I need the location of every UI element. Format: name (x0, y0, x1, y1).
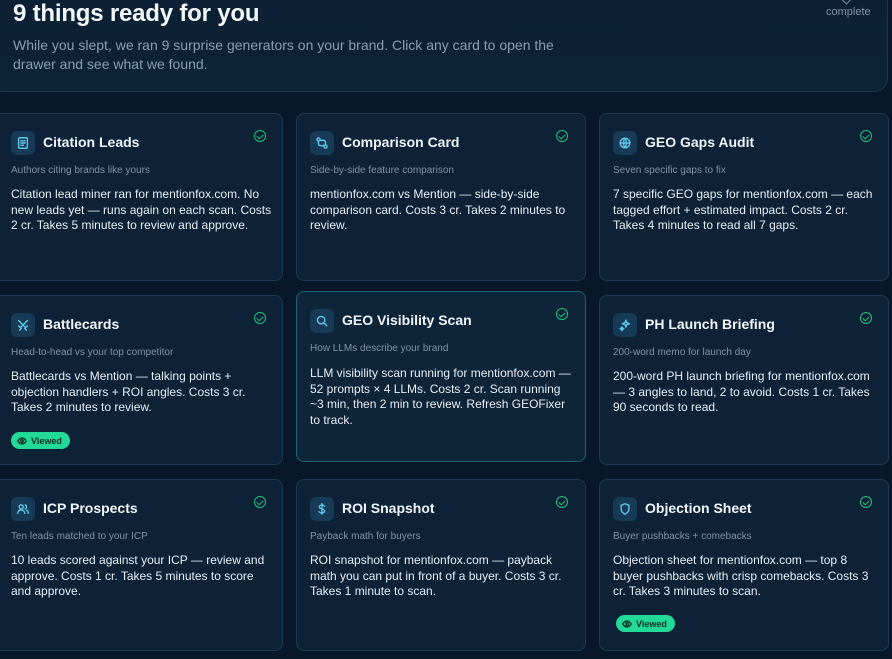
card-ph-launch-briefing[interactable]: PH Launch Briefing 200-word memo for lau… (599, 295, 889, 465)
viewed-label: Viewed (31, 435, 62, 446)
sparkle-icon (613, 313, 637, 337)
users-icon (11, 497, 35, 521)
check-circle-icon (556, 308, 568, 320)
card-body: ROI snapshot for mentionfox.com — paybac… (310, 553, 562, 598)
card-subtitle: Side-by-side feature comparison (310, 165, 454, 176)
card-subtitle: Authors citing brands like yours (11, 165, 150, 176)
card-body: Battlecards vs Mention — talking points … (11, 369, 246, 414)
card-body: 10 leads scored against your ICP — revie… (11, 553, 265, 598)
globe-icon (613, 131, 637, 155)
card-objection-sheet[interactable]: Objection Sheet Buyer pushbacks + comeba… (599, 479, 889, 651)
card-subtitle: Ten leads matched to your ICP (11, 531, 148, 542)
card-geo-gaps-audit[interactable]: GEO Gaps Audit Seven specific gaps to fi… (599, 113, 889, 281)
check-circle-icon (254, 496, 266, 508)
card-title: Comparison Card (342, 134, 460, 150)
check-circle-icon (860, 312, 872, 324)
card-body: Citation lead miner ran for mentionfox.c… (11, 187, 272, 232)
card-subtitle: 200-word memo for launch day (613, 347, 751, 358)
check-circle-icon (254, 312, 266, 324)
card-comparison-card[interactable]: Comparison Card Side-by-side feature com… (296, 113, 586, 281)
viewed-badge: Viewed (11, 432, 70, 449)
card-title: ROI Snapshot (342, 500, 435, 516)
card-title: PH Launch Briefing (645, 316, 775, 332)
check-circle-icon (860, 130, 872, 142)
card-icp-prospects[interactable]: ICP Prospects Ten leads matched to your … (0, 479, 283, 651)
swords-icon (11, 313, 35, 337)
card-body: 7 specific GEO gaps for mentionfox.com —… (613, 187, 873, 232)
card-body: Objection sheet for mentionfox.com — top… (613, 553, 869, 598)
card-title: Battlecards (43, 316, 120, 332)
page-title: 9 things ready for you (13, 0, 260, 27)
page-subtitle: While you slept, we ran 9 surprise gener… (13, 37, 554, 72)
eye-icon (622, 619, 632, 628)
card-body: mentionfox.com vs Mention — side-by-side… (310, 187, 566, 232)
card-geo-visibility-scan[interactable]: GEO Visibility Scan How LLMs describe yo… (296, 291, 586, 462)
check-circle-icon (556, 130, 568, 142)
card-body: 200-word PH launch briefing for mentionf… (613, 369, 870, 414)
card-title: ICP Prospects (43, 500, 138, 516)
card-title: GEO Gaps Audit (645, 134, 755, 150)
card-subtitle: Seven specific gaps to fix (613, 165, 726, 176)
document-icon (11, 131, 35, 155)
card-title: GEO Visibility Scan (342, 312, 472, 328)
card-citation-leads[interactable]: Citation Leads Authors citing brands lik… (0, 113, 283, 281)
check-circle-icon (254, 130, 266, 142)
shield-icon (613, 497, 637, 521)
card-title: Objection Sheet (645, 500, 752, 516)
eye-icon (17, 436, 27, 445)
card-roi-snapshot[interactable]: ROI Snapshot Payback math for buyers ROI… (296, 479, 586, 651)
card-battlecards[interactable]: Battlecards Head-to-head vs your top com… (0, 295, 283, 465)
search-icon (310, 309, 334, 333)
card-subtitle: How LLMs describe your brand (310, 343, 449, 354)
card-subtitle: Buyer pushbacks + comebacks (613, 531, 752, 542)
card-subtitle: Head-to-head vs your top competitor (11, 347, 174, 358)
check-circle-icon (556, 496, 568, 508)
complete-label: complete (826, 6, 871, 18)
card-subtitle: Payback math for buyers (310, 531, 421, 542)
check-circle-icon (860, 496, 872, 508)
dollar-icon (310, 497, 334, 521)
compare-arrows-icon (310, 131, 334, 155)
card-body: LLM visibility scan running for mentionf… (310, 366, 571, 427)
viewed-label: Viewed (636, 618, 667, 629)
card-title: Citation Leads (43, 134, 140, 150)
viewed-badge: Viewed (616, 615, 675, 632)
